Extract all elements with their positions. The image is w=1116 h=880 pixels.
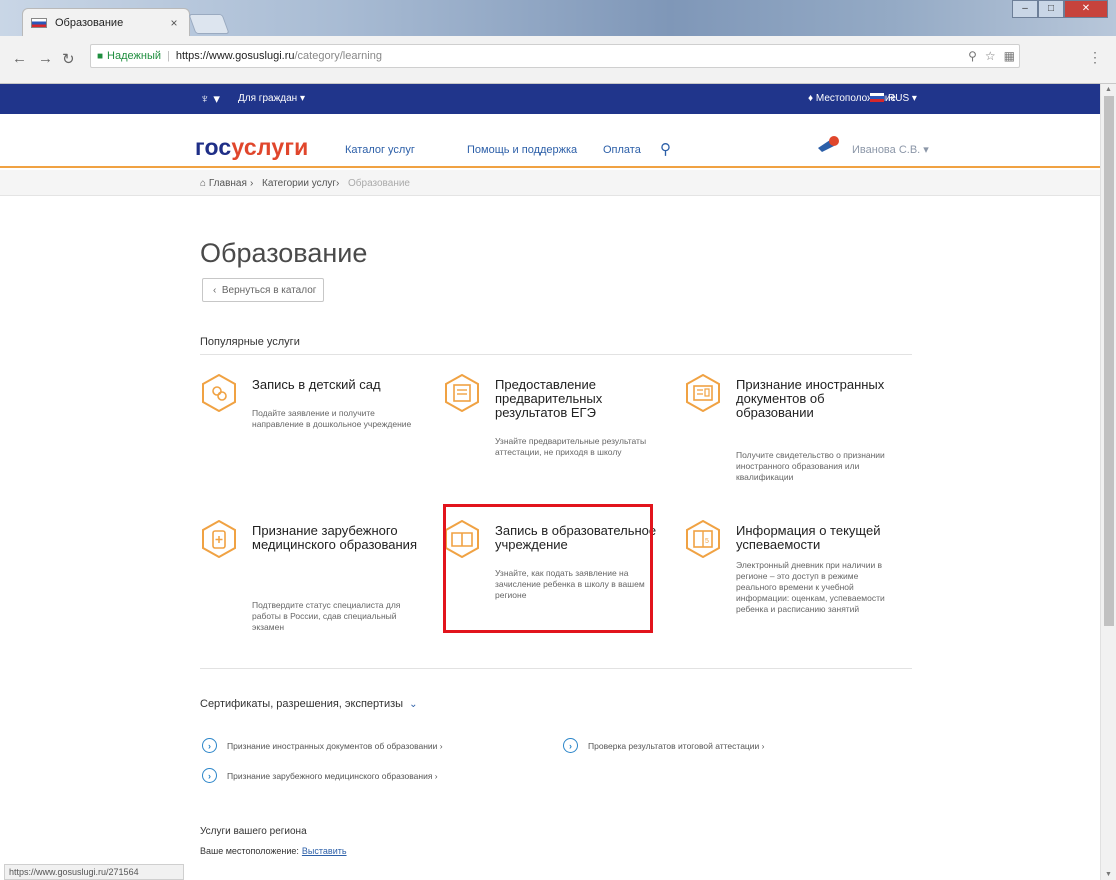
certificates-section-toggle[interactable]: Сертификаты, разрешения, экспертизы ⌄ [200, 698, 417, 710]
reload-icon[interactable]: ↻ [62, 50, 75, 68]
service-description: Подайте заявление и получите направление… [252, 408, 412, 429]
page-title: Образование [200, 238, 368, 268]
breadcrumb-current: Образование [348, 178, 410, 189]
region-location-line: Ваше местоположение: Выставить [200, 846, 347, 856]
status-bar-url: https://www.gosuslugi.ru/271564 [4, 864, 184, 880]
cert-link-attestation[interactable]: › Проверка результатов итоговой аттестац… [563, 738, 765, 753]
audience-label: Для граждан [238, 93, 298, 104]
minimize-icon[interactable]: – [1012, 0, 1038, 18]
highlight-box [443, 504, 653, 633]
region-services-heading: Услуги вашего региона [200, 826, 307, 837]
extension-icon[interactable]: ▦ [1004, 49, 1015, 63]
breadcrumb: ⌂ Главная › Категории услуг › Образовани… [0, 170, 1100, 196]
svg-text:5: 5 [705, 538, 709, 545]
cert-link-label: Признание зарубежного медицинского образ… [227, 770, 433, 781]
omnibox-icons: ⚲ ☆ ▦ [968, 49, 1015, 63]
divider: | [167, 50, 170, 62]
language-label: RUS [888, 93, 910, 104]
location-pin-icon: ♦ [808, 93, 816, 104]
service-title[interactable]: Информация о текущей успеваемости [736, 524, 901, 552]
maximize-icon[interactable]: □ [1038, 0, 1064, 18]
arrow-circle-icon: › [563, 738, 578, 753]
browser-toolbar: ← → ↻ ■ Надежный | https://www.gosuslugi… [0, 36, 1116, 84]
flag-favicon-icon [31, 17, 47, 28]
url-host: https://www.gosuslugi.ru [175, 50, 295, 62]
chevron-left-icon: ‹ [213, 284, 222, 296]
secure-label: Надежный [107, 50, 162, 62]
site-header: госуслуги Каталог услуг Помощь и поддерж… [0, 114, 1100, 168]
arrow-circle-icon: › [202, 738, 217, 753]
chevron-down-icon: ⌄ [409, 699, 418, 710]
breadcrumb-home-label: Главная [208, 178, 247, 189]
window-controls: – □ ✕ [1012, 0, 1108, 18]
scroll-down-icon[interactable]: ▼ [1105, 871, 1112, 878]
user-name-label: Иванова С.В. [852, 144, 921, 156]
logo-part-gos: гос [195, 134, 232, 160]
region-location-label: Ваше местоположение: [200, 846, 299, 856]
back-to-catalog-button[interactable]: ‹ Вернуться в каталог [202, 278, 324, 302]
kindergarten-icon [200, 373, 238, 413]
cert-link-medical[interactable]: › Признание зарубежного медицинского обр… [202, 768, 438, 783]
emblem-icon[interactable]: ♆ ▾ [200, 91, 220, 107]
service-title[interactable]: Предоставление предварительных результат… [495, 378, 660, 420]
cert-link-label: Проверка результатов итоговой аттестации [588, 740, 760, 751]
audience-selector[interactable]: Для граждан ▾ [238, 93, 305, 104]
nav-payment-link[interactable]: Оплата [603, 144, 641, 156]
tab-title: Образование [55, 16, 124, 29]
set-location-link[interactable]: Выставить [302, 846, 347, 856]
lock-icon: ■ [97, 50, 104, 62]
popular-services-heading: Популярные услуги [200, 336, 300, 348]
scroll-up-icon[interactable]: ▲ [1105, 86, 1112, 93]
site-topbar: ♆ ▾ Для граждан ▾ ♦ Местоположение RUS ▾ [0, 84, 1100, 114]
ege-results-icon [443, 373, 481, 413]
address-bar[interactable]: ■ Надежный | https://www.gosuslugi.ru/ca… [90, 44, 1020, 68]
service-description: Получите свидетельство о признании иност… [736, 450, 885, 482]
breadcrumb-home[interactable]: ⌂ Главная [200, 178, 247, 189]
arrow-circle-icon: › [202, 768, 217, 783]
gosuslugi-logo[interactable]: госуслуги [195, 134, 308, 161]
nav-catalog-link[interactable]: Каталог услуг [345, 144, 415, 156]
scrollbar-thumb[interactable] [1104, 96, 1114, 626]
back-button-label: Вернуться в каталог [221, 284, 317, 296]
flag-icon [870, 93, 884, 102]
service-description: Электронный дневник при наличии в регион… [736, 560, 885, 614]
user-menu[interactable]: Иванова С.В. ▾ [852, 143, 929, 156]
service-title[interactable]: Признание зарубежного медицинского образ… [252, 524, 417, 552]
breadcrumb-categories[interactable]: Категории услуг [262, 178, 336, 189]
browser-menu-icon[interactable]: ⋮ [1088, 49, 1102, 66]
back-arrow-icon[interactable]: ← [12, 50, 27, 67]
service-title[interactable]: Признание иностранных документов об обра… [736, 378, 901, 420]
vertical-scrollbar[interactable]: ▲ ▼ [1100, 84, 1116, 880]
divider [200, 668, 912, 669]
new-tab-button[interactable] [188, 14, 230, 34]
divider [200, 354, 912, 355]
forward-arrow-icon[interactable]: → [38, 50, 53, 67]
browser-tab[interactable]: Образование × [22, 8, 190, 36]
service-description: Подтвердите статус специалиста для работ… [252, 600, 401, 632]
breadcrumb-separator: › [250, 178, 254, 189]
logo-part-uslugi: услуги [231, 134, 309, 160]
language-selector[interactable]: RUS ▾ [870, 93, 917, 104]
title-bar: Образование × – □ ✕ [0, 0, 1116, 36]
cert-link-label: Признание иностранных документов об обра… [227, 740, 438, 751]
notifications-icon[interactable] [816, 136, 842, 154]
browser-window: Образование × – □ ✕ ← → ↻ ■ Надежный | h… [0, 0, 1116, 880]
diploma-icon [684, 373, 722, 413]
zoom-icon[interactable]: ⚲ [968, 49, 977, 63]
tab-close-icon[interactable]: × [167, 16, 181, 30]
nav-help-link[interactable]: Помощь и поддержка [467, 144, 577, 156]
certificates-heading: Сертификаты, разрешения, экспертизы [200, 698, 404, 710]
cert-link-foreign-documents[interactable]: › Признание иностранных документов об об… [202, 738, 443, 753]
breadcrumb-separator: › [336, 178, 340, 189]
medical-icon [200, 519, 238, 559]
search-icon[interactable]: ⚲ [660, 140, 671, 158]
home-icon: ⌂ [200, 178, 209, 189]
close-window-icon[interactable]: ✕ [1064, 0, 1108, 18]
bookmark-star-icon[interactable]: ☆ [985, 49, 996, 63]
diary-icon: 5 [684, 519, 722, 559]
url-path: /category/learning [294, 50, 382, 62]
service-description: Узнайте предварительные результаты аттес… [495, 436, 647, 457]
service-title[interactable]: Запись в детский сад [252, 378, 417, 392]
